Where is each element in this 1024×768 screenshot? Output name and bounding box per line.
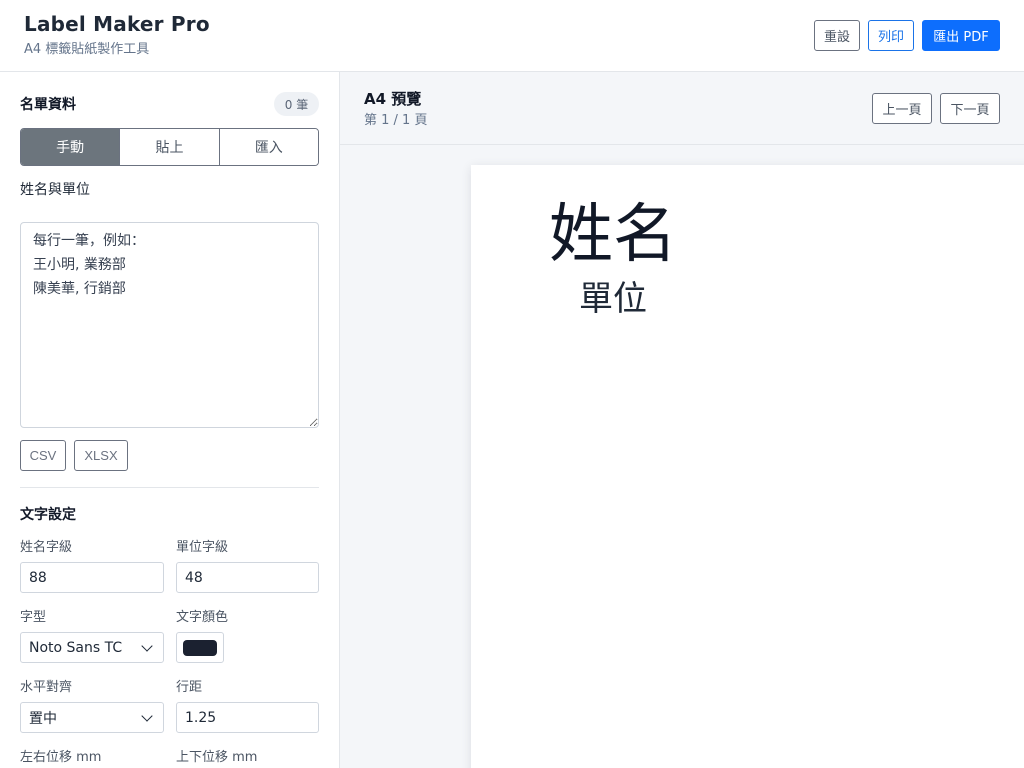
app-title: Label Maker Pro (24, 12, 210, 36)
label-name-text: 姓名 (549, 198, 677, 272)
app-subtitle: A4 標籤貼紙製作工具 (24, 42, 150, 57)
names-textarea[interactable] (20, 222, 319, 428)
export-pdf-button[interactable]: 匯出 PDF (922, 20, 1000, 51)
input-mode-tabs: 手動 貼上 匯入 (20, 128, 319, 166)
offset-y-label: 上下位移 mm (176, 750, 258, 765)
text-color-label: 文字顏色 (176, 610, 229, 625)
preview-area[interactable]: 姓名 單位 (340, 145, 1024, 768)
names-field-label: 姓名與單位 (20, 182, 90, 198)
color-swatch (183, 639, 217, 656)
print-button[interactable]: 列印 (868, 20, 914, 51)
offset-x-label: 左右位移 mm (20, 750, 102, 765)
preview-header: A4 預覽 第 1 / 1 頁 上一頁 下一頁 (340, 72, 1024, 145)
align-label: 水平對齊 (20, 680, 73, 695)
align-select[interactable]: 置中 (20, 702, 164, 733)
preview-title: A4 預覽 (364, 90, 422, 108)
xlsx-button[interactable]: XLSX (74, 440, 128, 471)
reset-button[interactable]: 重設 (814, 20, 860, 51)
settings-sidebar: 名單資料 0 筆 手動 貼上 匯入 姓名與單位 CSV XLSX 文字設定 姓名… (0, 72, 340, 768)
tab-import[interactable]: 匯入 (219, 129, 318, 165)
dept-size-label: 單位字級 (176, 540, 229, 555)
text-color-picker[interactable] (176, 632, 224, 663)
font-select[interactable]: Noto Sans TC (20, 632, 164, 663)
section-divider (20, 487, 319, 488)
app-header: Label Maker Pro A4 標籤貼紙製作工具 重設 列印 匯出 PDF (0, 0, 1024, 72)
line-height-label: 行距 (176, 680, 203, 695)
csv-button[interactable]: CSV (20, 440, 66, 471)
align-select-value: 置中 (29, 710, 57, 727)
font-select-value: Noto Sans TC (29, 639, 123, 656)
tab-paste[interactable]: 貼上 (120, 129, 220, 165)
tab-manual[interactable]: 手動 (21, 129, 121, 165)
chevron-down-icon (141, 640, 153, 652)
name-size-label: 姓名字級 (20, 540, 73, 555)
name-size-input[interactable] (20, 562, 164, 593)
prev-page-button[interactable]: 上一頁 (872, 93, 932, 124)
record-count-badge: 0 筆 (274, 92, 319, 116)
chevron-down-icon (141, 710, 153, 722)
label-cell[interactable]: 姓名 單位 (523, 195, 703, 321)
a4-page: 姓名 單位 (471, 165, 1024, 768)
dept-size-input[interactable] (176, 562, 319, 593)
label-dept-text: 單位 (579, 279, 647, 319)
next-page-button[interactable]: 下一頁 (940, 93, 1000, 124)
font-label: 字型 (20, 610, 47, 625)
list-section-title: 名單資料 (20, 97, 76, 113)
text-settings-title: 文字設定 (20, 507, 76, 523)
line-height-input[interactable] (176, 702, 319, 733)
page-indicator: 第 1 / 1 頁 (364, 113, 428, 128)
